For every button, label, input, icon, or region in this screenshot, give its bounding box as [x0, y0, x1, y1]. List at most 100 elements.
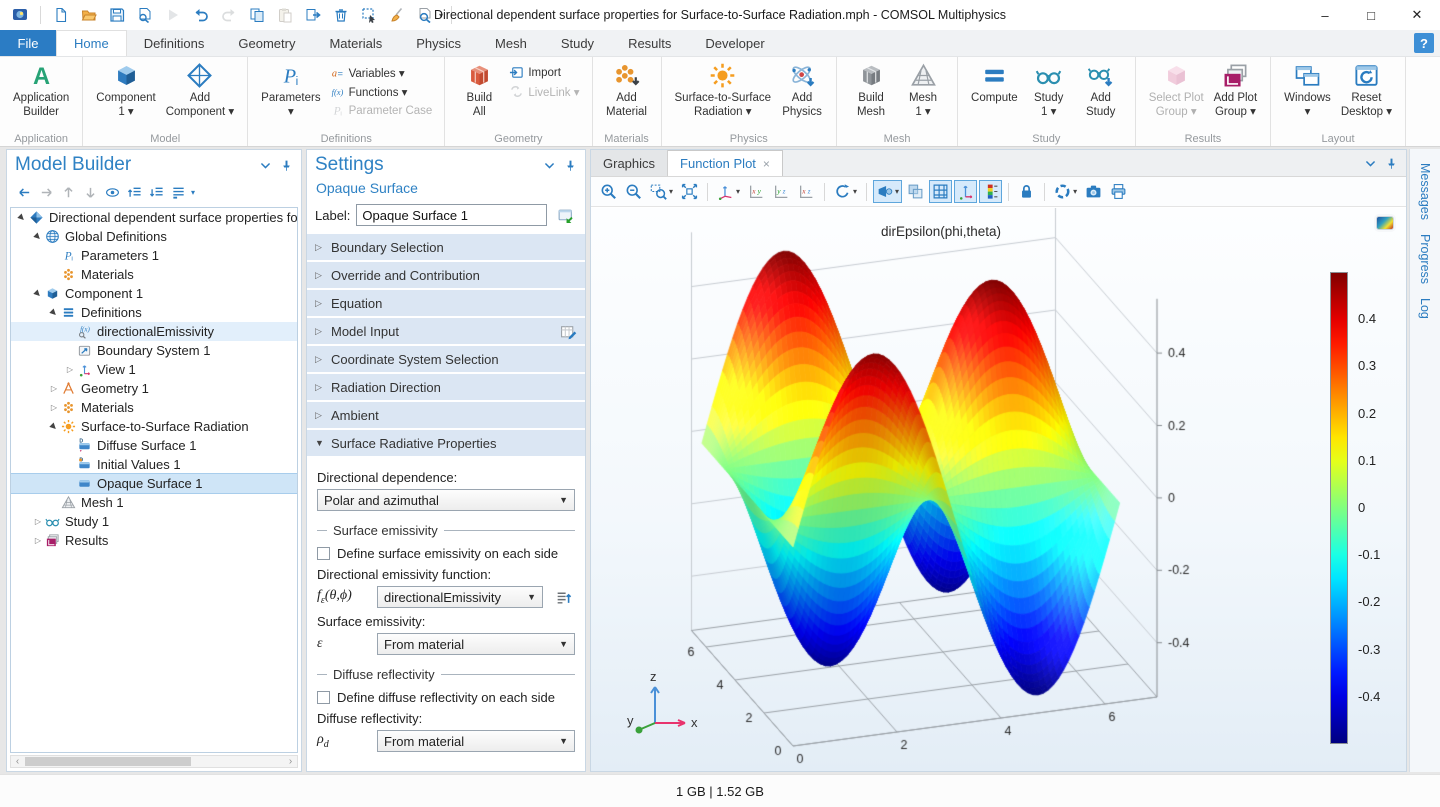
compute-eq-button[interactable]: Compute	[966, 60, 1023, 107]
plot-3d-canvas[interactable]	[591, 208, 1406, 775]
find-button[interactable]	[413, 3, 437, 27]
build-all-button[interactable]: BuildAll	[453, 60, 505, 121]
zoom-box-button[interactable]: ▾	[647, 180, 676, 203]
transparency-button[interactable]	[904, 180, 927, 203]
tree-node-opaque-surface-1[interactable]: Opaque Surface 1	[11, 474, 297, 493]
directional-emissivity-fn-select[interactable]: directionalEmissivity ▼	[377, 586, 543, 608]
ribbon-tab-physics[interactable]: Physics	[399, 30, 478, 56]
ribbon-tab-materials[interactable]: Materials	[312, 30, 399, 56]
new-file-button[interactable]	[49, 3, 73, 27]
tree-node-materials[interactable]: ▷Materials	[11, 398, 297, 417]
node-list-button[interactable]	[169, 183, 188, 202]
checkbox[interactable]	[317, 691, 330, 704]
zoom-extents-button[interactable]	[678, 180, 701, 203]
help-button[interactable]: ?	[1414, 33, 1434, 53]
ribbon-tab-mesh[interactable]: Mesh	[478, 30, 544, 56]
section-model-input[interactable]: ▷ Model Input	[307, 318, 585, 344]
maximize-button[interactable]: □	[1348, 0, 1394, 30]
rotate-3d-button[interactable]: ▾	[831, 180, 860, 203]
grid-toggle-button[interactable]	[929, 180, 952, 203]
ribbon-tab-file[interactable]: File	[0, 30, 56, 56]
section-surface-radiative-properties[interactable]: ▼ Surface Radiative Properties	[307, 430, 585, 456]
undo-button[interactable]	[189, 3, 213, 27]
section-override-contribution[interactable]: ▷ Override and Contribution	[307, 262, 585, 288]
tree-expander-icon[interactable]: ▷	[31, 517, 45, 526]
tree-node-directional-dependent-surface-properties[interactable]: ▶Directional dependent surface propertie…	[11, 208, 297, 227]
tree-node-study-1[interactable]: ▷Study 1	[11, 512, 297, 531]
open-file-button[interactable]	[77, 3, 101, 27]
environment-button[interactable]: ▾	[1051, 180, 1080, 203]
ribbon-tab-study[interactable]: Study	[544, 30, 611, 56]
scroll-left-icon[interactable]: ‹	[11, 756, 24, 767]
clear-brush-button[interactable]	[385, 3, 409, 27]
tree-expander-icon[interactable]: ▷	[63, 365, 77, 374]
duplicate-button[interactable]	[301, 3, 325, 27]
add-material-button[interactable]: AddMaterial	[601, 60, 653, 121]
directional-dependence-select[interactable]: Polar and azimuthal ▼	[317, 489, 575, 511]
tree-expander-icon[interactable]: ▶	[46, 418, 62, 434]
scroll-right-icon[interactable]: ›	[284, 756, 297, 767]
component-cube-button[interactable]: Component1 ▾	[91, 60, 160, 121]
dropdown-arrow-icon[interactable]: ▾	[191, 188, 195, 197]
snapshot-button[interactable]	[1082, 180, 1105, 203]
ribbon-tab-results[interactable]: Results	[611, 30, 688, 56]
go-to-function-button[interactable]	[551, 586, 575, 608]
plot-thumbnail-button[interactable]	[1376, 216, 1394, 230]
add-study-button[interactable]: AddStudy	[1075, 60, 1127, 121]
close-tab-icon[interactable]: ×	[763, 157, 770, 171]
axis-toggle-button[interactable]	[954, 180, 977, 203]
pin-icon[interactable]	[280, 159, 293, 172]
add-physics-button[interactable]: AddPhysics	[776, 60, 828, 121]
ribbon-tab-geometry[interactable]: Geometry	[221, 30, 312, 56]
mesh-tri-button[interactable]: Mesh1 ▾	[897, 60, 949, 121]
tree-node-definitions[interactable]: ▶Definitions	[11, 303, 297, 322]
copy-button[interactable]	[245, 3, 269, 27]
model-tree-hscrollbar[interactable]: ‹ ›	[10, 755, 298, 768]
section-ambient[interactable]: ▷ Ambient	[307, 402, 585, 428]
section-boundary-selection[interactable]: ▷ Boundary Selection	[307, 234, 585, 260]
view-xy-button[interactable]: xy	[745, 180, 768, 203]
collapse-up-button[interactable]	[125, 183, 144, 202]
zoom-out-button[interactable]	[622, 180, 645, 203]
ribbon-tab-home[interactable]: Home	[56, 30, 127, 56]
tree-node-surface-to-surface-radiation[interactable]: ▶Surface-to-Surface Radiation	[11, 417, 297, 436]
tree-expander-icon[interactable]: ▶	[30, 285, 46, 301]
add-component-button[interactable]: AddComponent ▾	[161, 60, 239, 121]
pin-icon[interactable]	[564, 159, 577, 172]
functions-fx-button[interactable]: f(x)Functions ▾	[326, 82, 437, 101]
tree-node-component-1[interactable]: ▶Component 1	[11, 284, 297, 303]
chevron-down-icon[interactable]	[259, 159, 272, 172]
tree-node-initial-values-1[interactable]: DInitial Values 1	[11, 455, 297, 474]
variables-a-button[interactable]: a=Variables ▾	[326, 63, 437, 82]
study-glasses-button[interactable]: Study1 ▾	[1023, 60, 1075, 121]
checkbox[interactable]	[317, 547, 330, 560]
section-equation[interactable]: ▷ Equation	[307, 290, 585, 316]
eye-show-button[interactable]	[103, 183, 122, 202]
tree-expander-icon[interactable]: ▷	[47, 384, 61, 393]
pin-icon[interactable]	[1385, 157, 1398, 170]
run-button[interactable]	[161, 3, 185, 27]
paste-button[interactable]	[273, 3, 297, 27]
chevron-down-icon[interactable]	[1364, 157, 1377, 170]
ribbon-tab-developer[interactable]: Developer	[688, 30, 781, 56]
rename-button[interactable]	[553, 204, 577, 226]
tree-node-parameters-1[interactable]: PiParameters 1	[11, 246, 297, 265]
view-yz-button[interactable]: yz	[770, 180, 793, 203]
print-button[interactable]	[1107, 180, 1130, 203]
scene-light-button[interactable]: ▾	[873, 180, 902, 203]
tree-node-diffuse-surface-1[interactable]: DDiffuse Surface 1	[11, 436, 297, 455]
tree-node-boundary-system-1[interactable]: Boundary System 1	[11, 341, 297, 360]
import-icon-button[interactable]: Import	[505, 63, 583, 82]
side-tab-messages[interactable]: Messages	[1418, 163, 1432, 220]
s2s-radiation-button[interactable]: Surface-to-SurfaceRadiation ▾	[670, 60, 777, 121]
build-mesh-button[interactable]: BuildMesh	[845, 60, 897, 121]
arrow-left-button[interactable]	[15, 183, 34, 202]
ribbon-tab-definitions[interactable]: Definitions	[127, 30, 222, 56]
view-xz-button[interactable]: xz	[795, 180, 818, 203]
label-input[interactable]	[356, 204, 547, 226]
tree-node-global-definitions[interactable]: ▶Global Definitions	[11, 227, 297, 246]
chevron-down-icon[interactable]	[543, 159, 556, 172]
tree-node-directionalemissivity[interactable]: f(x)directionalEmissivity	[11, 322, 297, 341]
section-coordinate-system[interactable]: ▷ Coordinate System Selection	[307, 346, 585, 372]
windows-icon-button[interactable]: Windows▾	[1279, 60, 1336, 121]
